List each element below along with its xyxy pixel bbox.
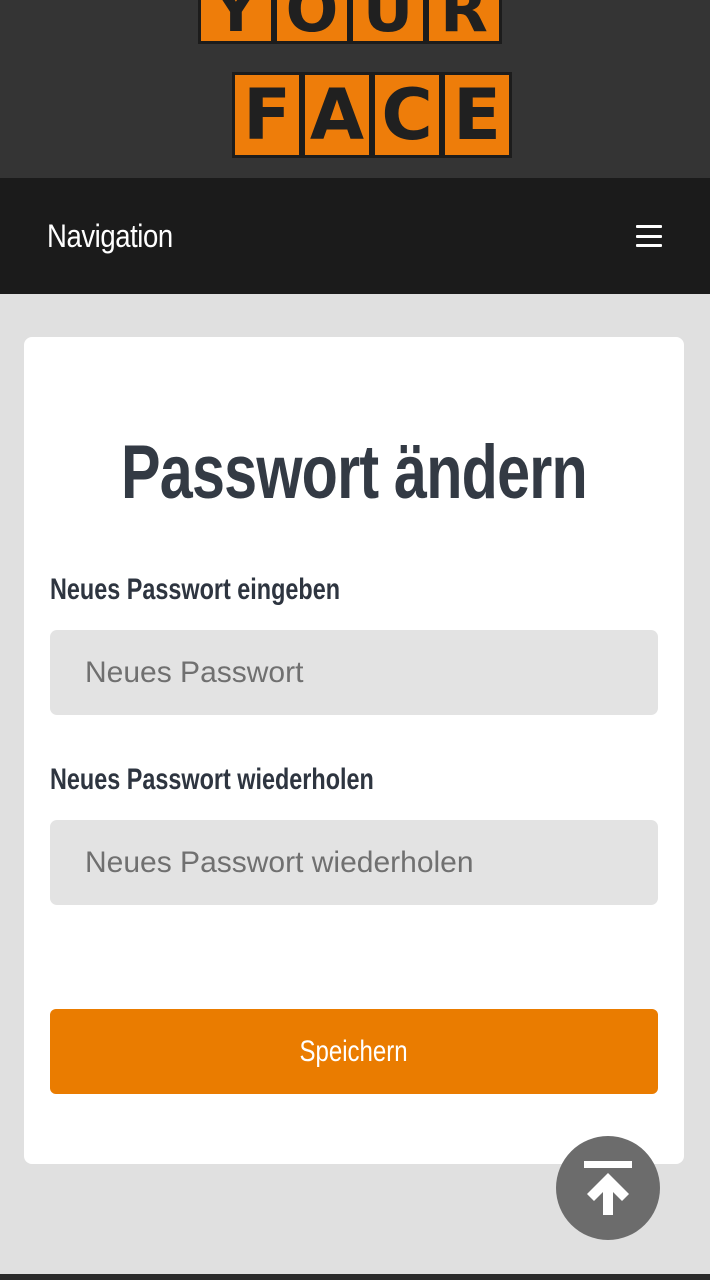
logo-tile: Y <box>198 0 274 44</box>
bottom-edge <box>0 1274 710 1280</box>
logo-tile: A <box>302 72 372 158</box>
scroll-to-top-button[interactable] <box>556 1136 660 1240</box>
repeat-password-field[interactable] <box>50 820 658 905</box>
logo-word-your: Y O U R <box>198 0 502 44</box>
hamburger-menu-icon[interactable] <box>636 225 662 247</box>
repeat-password-label: Neues Passwort wiederholen <box>50 763 374 796</box>
logo-tile: U <box>350 0 426 44</box>
logo-tile: O <box>274 0 350 44</box>
logo-tile: E <box>442 72 512 158</box>
navigation-bar: Navigation <box>0 178 710 294</box>
save-button[interactable]: Speichern <box>50 1009 658 1094</box>
nav-title[interactable]: Navigation <box>47 218 173 255</box>
password-change-card: Passwort ändern Neues Passwort eingeben … <box>24 337 684 1164</box>
logo-tile: C <box>372 72 442 158</box>
page-title: Passwort ändern <box>120 430 588 515</box>
page: Y O U R F A C E Navigation Passwort ände… <box>0 0 710 1280</box>
logo-tile: R <box>426 0 502 44</box>
new-password-field[interactable] <box>50 630 658 715</box>
logo-word-face: F A C E <box>232 72 512 158</box>
site-header-logo[interactable]: Y O U R F A C E <box>0 0 710 178</box>
new-password-label: Neues Passwort eingeben <box>50 573 341 606</box>
save-button-label: Speichern <box>299 1034 409 1068</box>
logo-tile: F <box>232 72 302 158</box>
arrow-up-to-line-icon <box>584 1161 632 1215</box>
